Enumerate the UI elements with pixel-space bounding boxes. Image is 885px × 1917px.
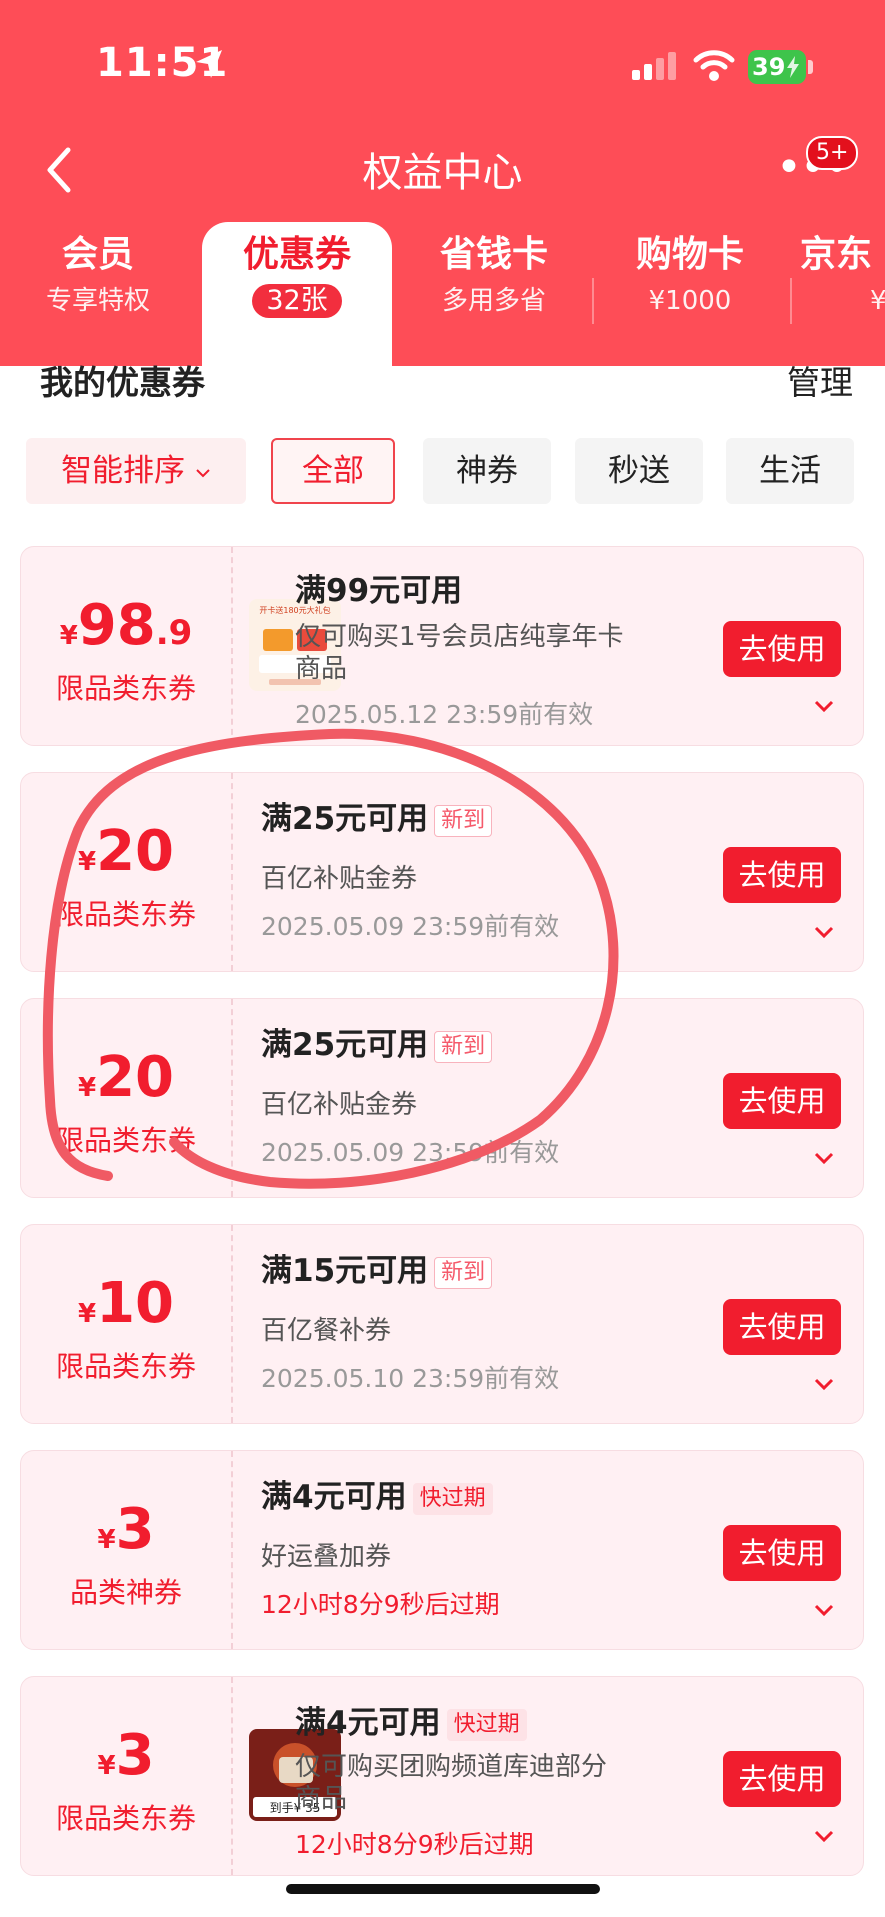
sort-label: 智能排序 — [61, 453, 186, 489]
new-tag: 新到 — [434, 804, 493, 837]
coupon-description: 百亿餐补券 — [261, 1316, 392, 1346]
coupon-amount: ¥3 — [97, 1497, 155, 1562]
filter-all[interactable]: 全部 — [271, 438, 395, 504]
coupon-description: 仅可购买1号会员店纯享年卡商品 — [295, 622, 624, 684]
card-divider — [231, 773, 233, 971]
coupon-expiry: 2025.05.10 23:59前有效 — [261, 1364, 560, 1393]
tab-label: 京东 — [800, 234, 873, 275]
page-title: 权益中心 — [362, 150, 523, 196]
coupon-type: 限品类东券 — [55, 1802, 196, 1835]
use-coupon-button[interactable]: 去使用 — [723, 1073, 841, 1129]
coupon-type: 限品类东券 — [55, 1350, 196, 1383]
sort-dropdown[interactable]: 智能排序 — [26, 438, 246, 504]
new-tag: 新到 — [434, 1030, 493, 1063]
card-divider — [231, 999, 233, 1197]
coupon-description: 好运叠加券 — [261, 1542, 392, 1572]
coupon-amount: ¥20 — [77, 1045, 175, 1110]
chevron-down-icon — [196, 468, 210, 477]
coupon-card: ¥10 限品类东券 满15元可用 新到 百亿餐补券 2025.05.10 23:5… — [20, 1224, 864, 1424]
tab-member[interactable]: 会员 专享特权 — [0, 232, 196, 318]
coupon-expiry: 2025.05.09 23:59前有效 — [261, 1138, 560, 1167]
coupon-amount: ¥3 — [97, 1723, 155, 1788]
coupon-expiry: 2025.05.12 23:59前有效 — [295, 700, 594, 729]
tab-coupons[interactable]: 优惠券 32张 — [199, 232, 395, 318]
location-arrow-icon — [196, 50, 222, 78]
tab-sub: ¥1000 — [648, 286, 732, 316]
expiring-tag: 快过期 — [446, 1708, 527, 1741]
card-divider — [231, 1225, 233, 1423]
expand-chevron-icon[interactable] — [813, 1829, 835, 1843]
coupon-amount: ¥10 — [77, 1271, 175, 1336]
coupon-condition: 满99元可用 — [295, 573, 463, 609]
tab-divider — [790, 278, 792, 324]
coupon-card: ¥20 限品类东券 满25元可用 新到 百亿补贴金券 2025.05.09 23:… — [20, 998, 864, 1198]
coupon-description: 百亿补贴金券 — [261, 1090, 418, 1120]
tab-label: 购物卡 — [635, 234, 744, 275]
coupon-countdown: 12小时8分9秒后过期 — [261, 1590, 500, 1619]
wifi-icon — [693, 50, 735, 81]
filter-god-coupon[interactable]: 神券 — [423, 438, 551, 504]
filter-instant-delivery[interactable]: 秒送 — [575, 438, 703, 504]
tab-shopping-card[interactable]: 购物卡 ¥1000 — [592, 232, 788, 318]
coupon-amount: ¥98.9 — [59, 593, 193, 658]
tab-label: 优惠券 — [242, 234, 351, 275]
tab-sub: 专享特权 — [45, 286, 150, 316]
use-coupon-button[interactable]: 去使用 — [723, 1751, 841, 1807]
card-divider — [231, 547, 233, 745]
coupon-condition: 满15元可用 新到 — [261, 1245, 493, 1290]
coupon-card: ¥3 限品类东券 到手¥ 35 满4元可用 快过期 仅可购买团购频道库迪部分商品 … — [20, 1676, 864, 1876]
new-tag: 新到 — [434, 1256, 493, 1289]
coupon-expiry: 2025.05.09 23:59前有效 — [261, 912, 560, 941]
expand-chevron-icon[interactable] — [813, 1151, 835, 1165]
cellular-signal-icon — [632, 52, 676, 80]
expand-chevron-icon[interactable] — [813, 1377, 835, 1391]
battery-tip — [808, 60, 813, 74]
coupon-condition: 满25元可用 新到 — [261, 1019, 493, 1064]
expand-chevron-icon[interactable] — [813, 925, 835, 939]
battery-icon: 39 — [748, 50, 806, 84]
expand-chevron-icon[interactable] — [813, 699, 835, 713]
coupon-description: 百亿补贴金券 — [261, 864, 418, 894]
expand-chevron-icon[interactable] — [813, 1603, 835, 1617]
battery-level: 39 — [752, 53, 786, 81]
coupon-card: ¥98.9 限品类东券 开卡送180元大礼包 满99元可用 仅可购买1号会员店纯… — [20, 546, 864, 746]
coupon-card: ¥20 限品类东券 满25元可用 新到 百亿补贴金券 2025.05.09 23:… — [20, 772, 864, 972]
message-badge: 5+ — [806, 136, 859, 170]
coupon-amount: ¥20 — [77, 819, 175, 884]
section-title: 我的优惠券 — [40, 363, 205, 402]
home-indicator[interactable] — [286, 1884, 600, 1894]
coupon-type: 品类神券 — [69, 1576, 182, 1609]
use-coupon-button[interactable]: 去使用 — [723, 1525, 841, 1581]
charging-bolt-icon — [787, 56, 799, 78]
card-divider — [231, 1451, 233, 1649]
filter-life[interactable]: 生活 — [726, 438, 854, 504]
tab-jd[interactable]: 京东 ¥ — [800, 232, 885, 318]
coupon-countdown: 12小时8分9秒后过期 — [295, 1830, 534, 1859]
tab-sub: ¥ — [870, 286, 885, 316]
coupon-condition: 满4元可用 快过期 — [295, 1697, 527, 1742]
coupon-type: 限品类东券 — [55, 672, 196, 705]
coupon-card: ¥3 品类神券 满4元可用 快过期 好运叠加券 12小时8分9秒后过期 去使用 — [20, 1450, 864, 1650]
tab-label: 会员 — [61, 234, 134, 275]
tab-savings-card[interactable]: 省钱卡 多用多省 — [396, 232, 592, 318]
card-divider — [231, 1677, 233, 1875]
coupon-type: 限品类东券 — [55, 898, 196, 931]
coupon-type: 限品类东券 — [55, 1124, 196, 1157]
status-bar: 11:51 39 — [0, 0, 885, 130]
tab-label: 省钱卡 — [439, 234, 548, 275]
coupon-condition: 满4元可用 快过期 — [261, 1471, 493, 1516]
manage-link[interactable]: 管理 — [787, 356, 853, 404]
use-coupon-button[interactable]: 去使用 — [723, 847, 841, 903]
use-coupon-button[interactable]: 去使用 — [723, 621, 841, 677]
tab-sub: 多用多省 — [441, 286, 546, 316]
coupon-description: 仅可购买团购频道库迪部分商品 — [295, 1752, 608, 1814]
expiring-tag: 快过期 — [412, 1482, 493, 1515]
coupon-condition: 满25元可用 新到 — [261, 793, 493, 838]
use-coupon-button[interactable]: 去使用 — [723, 1299, 841, 1355]
tab-count-pill: 32张 — [252, 284, 342, 318]
